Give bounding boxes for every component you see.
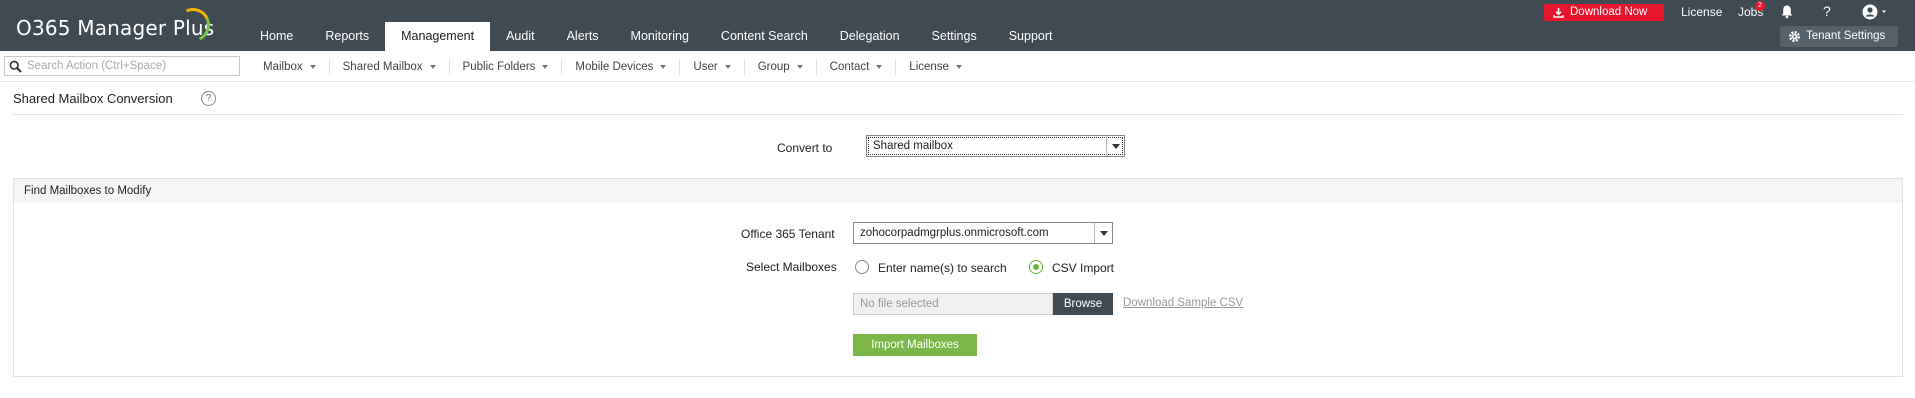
search-input[interactable] xyxy=(27,58,237,74)
radio-csv-import-label[interactable]: CSV Import xyxy=(1052,261,1114,275)
help-circle-icon[interactable]: ? xyxy=(201,91,216,106)
sub-toolbar: Mailbox Shared Mailbox Public Folders Mo… xyxy=(0,51,1915,82)
chevron-down-icon xyxy=(660,64,667,69)
nav-management[interactable]: Management xyxy=(385,22,491,51)
subnav-user[interactable]: User xyxy=(680,58,745,75)
chevron-down-icon xyxy=(796,64,803,69)
jobs-count-badge: 2 xyxy=(1755,1,1765,11)
tenant-settings-button[interactable]: Tenant Settings xyxy=(1780,26,1898,47)
top-bar: O365 Manager Plus Home Reports Managemen… xyxy=(0,0,1915,51)
browse-button[interactable]: Browse xyxy=(1053,293,1113,315)
subnav-label: Group xyxy=(757,60,790,73)
nav-content-search[interactable]: Content Search xyxy=(705,22,824,51)
chevron-down-icon xyxy=(542,64,549,69)
panel-header: Find Mailboxes to Modify xyxy=(14,179,1902,203)
convert-to-value: Shared mailbox xyxy=(873,140,953,152)
subnav-mobile-devices[interactable]: Mobile Devices xyxy=(562,58,681,75)
chevron-down-icon xyxy=(309,64,316,69)
download-icon xyxy=(1553,8,1564,18)
divider xyxy=(13,114,1903,115)
search-icon xyxy=(9,60,22,73)
panel-title: Find Mailboxes to Modify xyxy=(24,185,152,197)
subnav-label: Public Folders xyxy=(462,60,536,73)
subnav-mailbox[interactable]: Mailbox xyxy=(250,58,330,75)
nav-monitoring[interactable]: Monitoring xyxy=(615,22,705,51)
logo-arc-icon xyxy=(171,3,215,47)
subnav-group[interactable]: Group xyxy=(745,58,817,75)
chevron-down-icon xyxy=(429,64,436,69)
help-icon[interactable]: ? xyxy=(1823,3,1831,19)
file-input-placeholder: No file selected xyxy=(860,298,939,310)
nav-support[interactable]: Support xyxy=(993,22,1069,51)
sub-nav: Mailbox Shared Mailbox Public Folders Mo… xyxy=(250,51,975,82)
download-sample-csv-link[interactable]: Download Sample CSV xyxy=(1123,297,1243,309)
radio-enter-names[interactable] xyxy=(855,260,869,274)
subnav-label: User xyxy=(693,60,718,73)
subnav-label: License xyxy=(909,60,949,73)
bell-icon[interactable] xyxy=(1779,4,1795,19)
chevron-down-icon xyxy=(876,64,883,69)
nav-audit[interactable]: Audit xyxy=(490,22,551,51)
radio-enter-names-label[interactable]: Enter name(s) to search xyxy=(878,261,1007,275)
license-link[interactable]: License xyxy=(1681,5,1722,19)
tenant-select[interactable]: zohocorpadmgrplus.onmicrosoft.com xyxy=(853,222,1113,244)
chevron-down-icon xyxy=(955,64,962,69)
user-avatar-icon[interactable] xyxy=(1861,3,1891,21)
nav-settings[interactable]: Settings xyxy=(916,22,993,51)
office365-tenant-label: Office 365 Tenant xyxy=(741,227,835,241)
subnav-shared-mailbox[interactable]: Shared Mailbox xyxy=(330,58,450,75)
subnav-label: Contact xyxy=(829,60,870,73)
subnav-label: Mailbox xyxy=(263,60,303,73)
convert-to-select[interactable]: Shared mailbox xyxy=(866,135,1125,157)
import-mailboxes-button[interactable]: Import Mailboxes xyxy=(853,334,977,356)
search-box xyxy=(4,56,240,76)
page-title: Shared Mailbox Conversion xyxy=(13,91,173,106)
subnav-label: Mobile Devices xyxy=(575,60,654,73)
nav-delegation[interactable]: Delegation xyxy=(824,22,916,51)
main-nav: Home Reports Management Audit Alerts Mon… xyxy=(244,22,1069,51)
tenant-settings-label: Tenant Settings xyxy=(1806,30,1886,42)
nav-alerts[interactable]: Alerts xyxy=(551,22,615,51)
download-now-label: Download Now xyxy=(1570,6,1648,18)
nav-reports[interactable]: Reports xyxy=(309,22,385,51)
convert-to-label: Convert to xyxy=(777,141,833,155)
radio-csv-import[interactable] xyxy=(1029,260,1043,274)
chevron-down-icon xyxy=(1106,136,1124,156)
file-input[interactable]: No file selected xyxy=(853,293,1053,315)
subnav-label: Shared Mailbox xyxy=(342,60,423,73)
tenant-value: zohocorpadmgrplus.onmicrosoft.com xyxy=(860,227,1049,239)
subnav-contact[interactable]: Contact xyxy=(817,58,897,75)
select-mailboxes-label: Select Mailboxes xyxy=(746,260,837,274)
subnav-license[interactable]: License xyxy=(896,59,975,75)
nav-home[interactable]: Home xyxy=(244,22,309,51)
gear-icon xyxy=(1789,31,1800,42)
chevron-down-icon xyxy=(724,64,731,69)
chevron-down-icon xyxy=(1094,223,1112,243)
subnav-public-folders[interactable]: Public Folders xyxy=(450,58,563,75)
download-now-button[interactable]: Download Now xyxy=(1544,4,1664,21)
